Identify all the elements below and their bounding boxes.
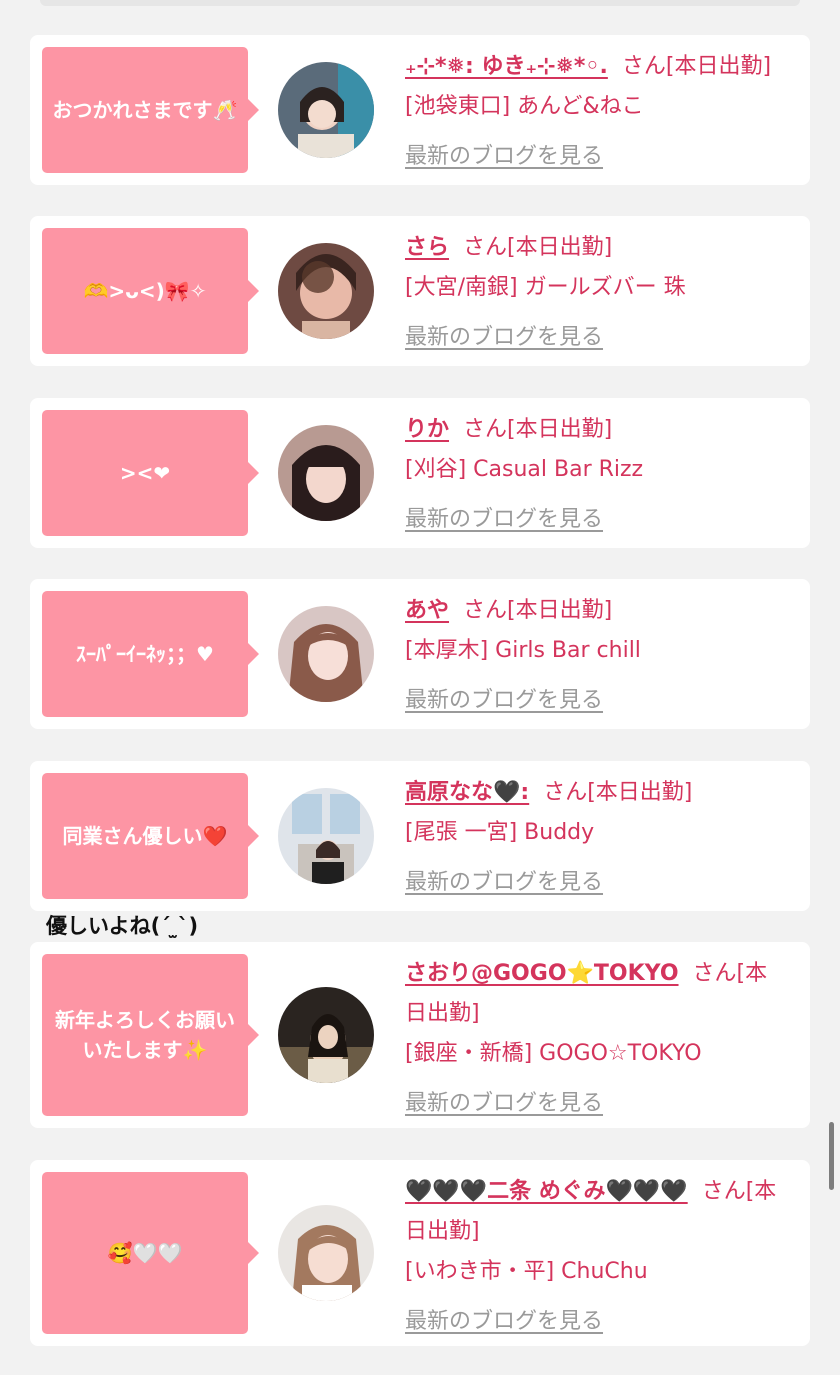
message-bubble: 🥰🤍🤍 (42, 1172, 259, 1334)
message-bubble: おつかれさまです🥂 (42, 47, 259, 173)
cast-info: りか さん[本日出勤] [刈谷] Casual Bar Rizz 最新のブログを見… (405, 410, 786, 540)
scrollbar-thumb[interactable] (829, 1122, 834, 1190)
overflow-caption: 優しいよね(ˊ ̫ˋ) (46, 914, 199, 938)
shop-label: [池袋東口] あんど&ねこ (405, 94, 644, 119)
honorific-status: さん[本日出勤] (463, 598, 613, 623)
message-bubble: ｽｰﾊﾟｰｲｰﾈｯ；；♥ (42, 591, 259, 717)
cast-card: ><❤ りか さん[本日出勤] [刈谷] Casual Bar Rizz 最新のブ… (30, 398, 810, 548)
cast-info: さら さん[本日出勤] [大宮/南銀] ガールズバー 珠 最新のブログを見る (405, 228, 786, 358)
cast-avatar[interactable] (278, 243, 374, 339)
cast-avatar[interactable] (278, 1205, 374, 1301)
cast-name-link[interactable]: 🖤🖤🖤二条 めぐみ🖤🖤🖤 (405, 1179, 688, 1204)
cast-avatar[interactable] (278, 62, 374, 158)
honorific-status: さん[本日出勤] (621, 54, 772, 79)
cast-card: 🥰🤍🤍 🖤🖤🖤二条 めぐみ🖤🖤🖤 さん[本日出勤] [いわき市・平] ChuChu… (30, 1160, 810, 1346)
cast-avatar[interactable] (278, 987, 374, 1083)
latest-blog-link[interactable]: 最新のブログを見る (405, 681, 786, 721)
honorific-status: さん[本日出勤] (463, 417, 613, 442)
cast-info: 🖤🖤🖤二条 めぐみ🖤🖤🖤 さん[本日出勤] [いわき市・平] ChuChu 最新の… (405, 1172, 786, 1342)
cast-info: あや さん[本日出勤] [本厚木] Girls Bar chill 最新のブログを… (405, 591, 786, 721)
cast-info: 高原なな🖤: さん[本日出勤] [尾張 一宮] Buddy 最新のブログを見る (405, 773, 786, 903)
honorific-status: さん[本日出勤] (463, 235, 613, 260)
shop-label: [大宮/南銀] ガールズバー 珠 (405, 275, 686, 300)
cast-info: ₊⊹*❅: ゆき₊⊹❅*◦. さん[本日出勤] [池袋東口] あんど&ねこ 最新の… (405, 47, 786, 177)
shop-label: [刈谷] Casual Bar Rizz (405, 457, 644, 482)
honorific-status: さん[本日出勤] (543, 780, 693, 805)
cast-card: 同業さん優しい❤️ 高原なな🖤: さん[本日出勤] [尾張 一宮] Buddy 最… (30, 761, 810, 911)
cast-card: 新年よろしくお願いいたします✨ さおり@GOGO⭐TOKYO さん[本日出勤] [… (30, 942, 810, 1128)
cast-avatar[interactable] (278, 788, 374, 884)
latest-blog-link[interactable]: 最新のブログを見る (405, 137, 786, 177)
cast-message-feed: おつかれさまです🥂 ₊⊹*❅: ゆき₊⊹❅*◦. さん[本日出勤] [池袋東口] … (0, 0, 840, 1375)
shop-label: [尾張 一宮] Buddy (405, 820, 595, 845)
cast-info: さおり@GOGO⭐TOKYO さん[本日出勤] [銀座・新橋] GOGO☆TOKY… (405, 954, 786, 1124)
latest-blog-link[interactable]: 最新のブログを見る (405, 863, 786, 903)
latest-blog-link[interactable]: 最新のブログを見る (405, 318, 786, 358)
cast-name-link[interactable]: りか (405, 417, 449, 442)
message-bubble: 同業さん優しい❤️ (42, 773, 259, 899)
latest-blog-link[interactable]: 最新のブログを見る (405, 1302, 786, 1342)
cast-avatar[interactable] (278, 425, 374, 521)
message-bubble: ><❤ (42, 410, 259, 536)
latest-blog-link[interactable]: 最新のブログを見る (405, 500, 786, 540)
cast-card: 🫶>ᴗ<)🎀✧ さら さん[本日出勤] [大宮/南銀] ガールズバー 珠 最新のブ… (30, 216, 810, 366)
cast-name-link[interactable]: 高原なな🖤: (405, 780, 529, 805)
latest-blog-link[interactable]: 最新のブログを見る (405, 1084, 786, 1124)
cast-name-link[interactable]: さおり@GOGO⭐TOKYO (405, 961, 679, 986)
cast-card: ｽｰﾊﾟｰｲｰﾈｯ；；♥ あや さん[本日出勤] [本厚木] Girls Bar … (30, 579, 810, 729)
cast-card: おつかれさまです🥂 ₊⊹*❅: ゆき₊⊹❅*◦. さん[本日出勤] [池袋東口] … (30, 35, 810, 185)
cast-name-link[interactable]: あや (405, 598, 449, 623)
shop-label: [銀座・新橋] GOGO☆TOKYO (405, 1041, 702, 1066)
shop-label: [本厚木] Girls Bar chill (405, 638, 641, 663)
shop-label: [いわき市・平] ChuChu (405, 1259, 648, 1284)
message-bubble: 新年よろしくお願いいたします✨ (42, 954, 259, 1116)
cast-name-link[interactable]: ₊⊹*❅: ゆき₊⊹❅*◦. (405, 54, 608, 79)
cast-avatar[interactable] (278, 606, 374, 702)
message-bubble: 🫶>ᴗ<)🎀✧ (42, 228, 259, 354)
cast-name-link[interactable]: さら (405, 235, 449, 260)
